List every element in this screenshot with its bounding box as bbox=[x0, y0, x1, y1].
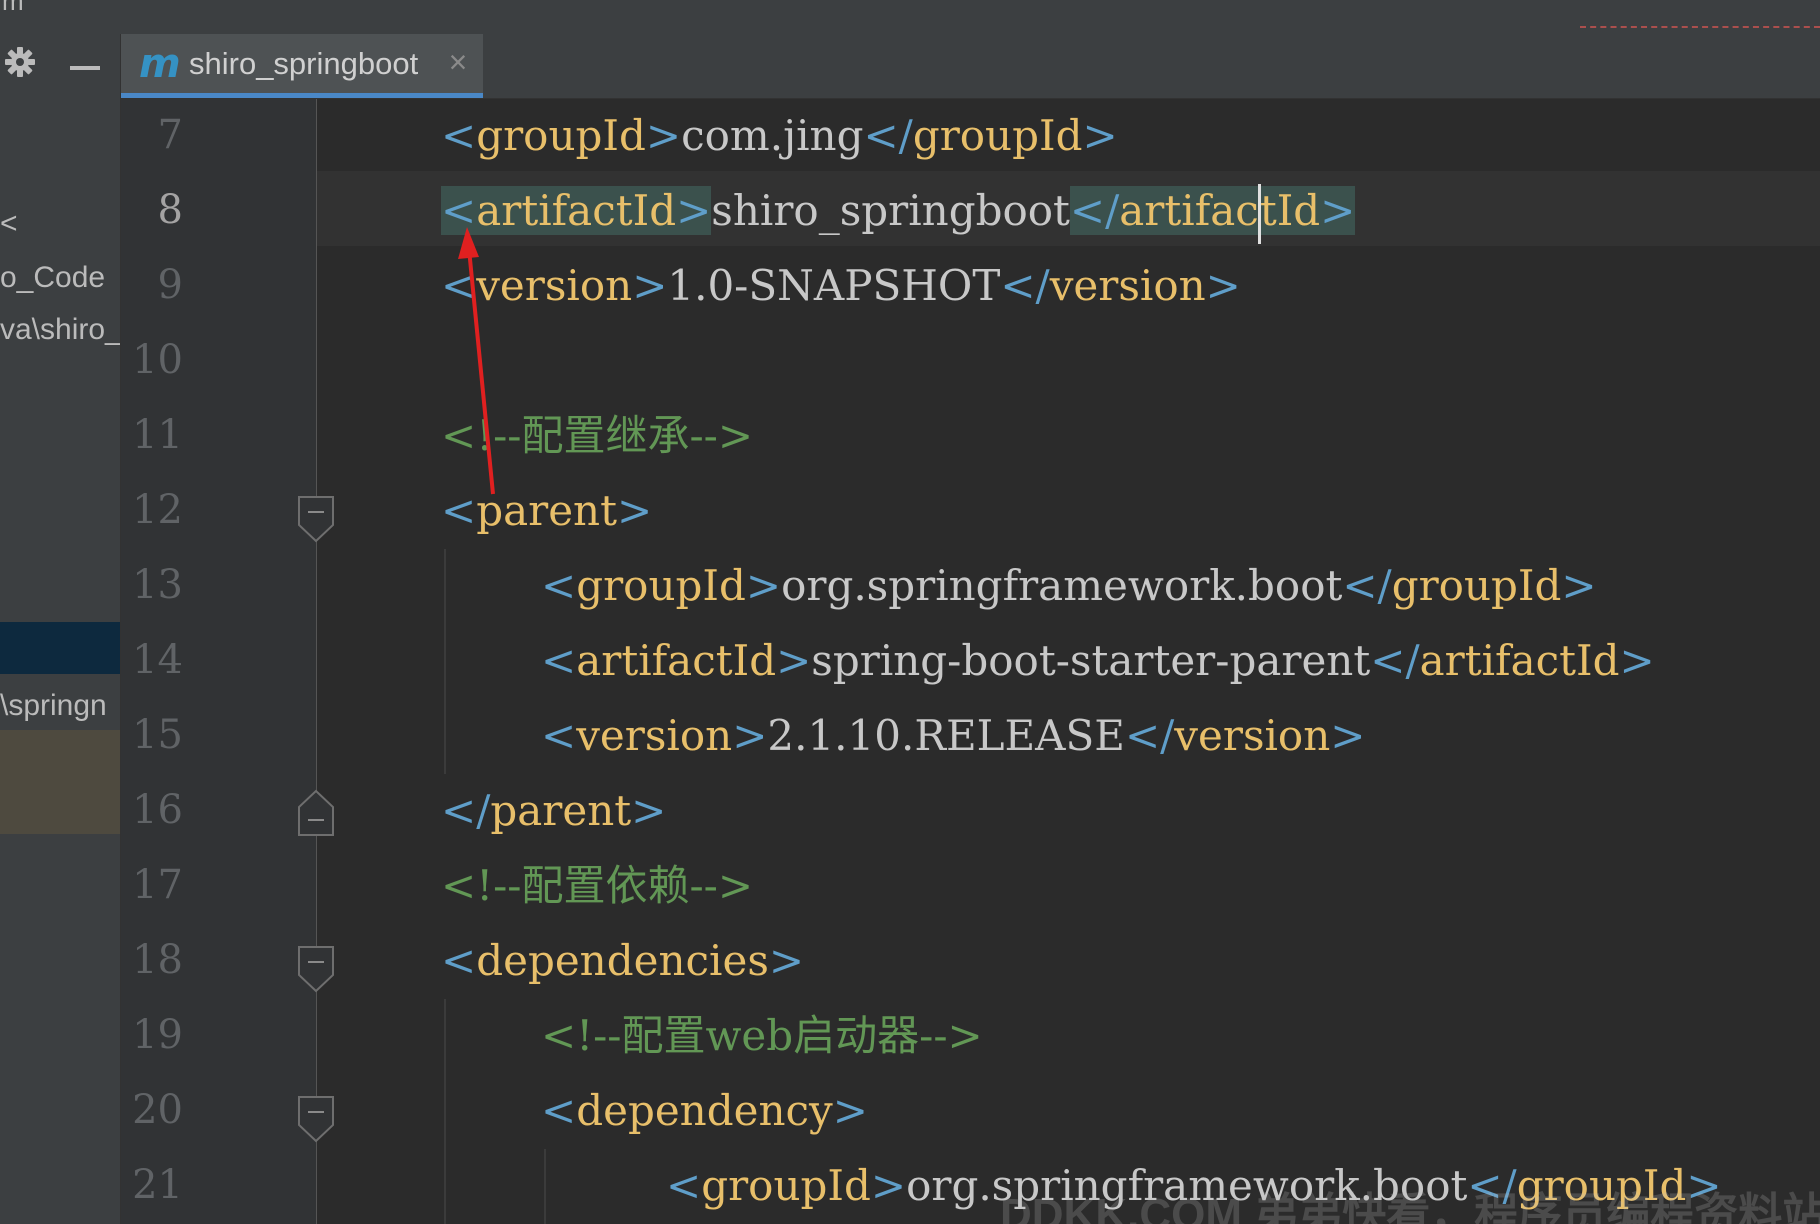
editor-tab-bar: m shiro_springboot × bbox=[121, 34, 1820, 99]
code-editor[interactable]: 7 8 9 10 11 12 13 14 15 16 17 18 19 20 2… bbox=[121, 99, 1820, 1224]
xml-tag: groupId bbox=[476, 111, 646, 160]
line-number: 7 bbox=[157, 112, 183, 158]
xml-tag: artifactId bbox=[576, 636, 777, 685]
xml-tag: version bbox=[1049, 261, 1206, 310]
tree-item[interactable]: va\shiro_ bbox=[0, 306, 120, 354]
xml-tag: artifactId bbox=[1419, 636, 1620, 685]
line-number: 20 bbox=[132, 1087, 183, 1133]
tree-item[interactable]: o_Code bbox=[0, 254, 120, 302]
tree-item-label: va\shiro_ bbox=[0, 313, 120, 346]
fold-collapse-icon[interactable] bbox=[297, 495, 335, 543]
tab-label: shiro_springboot bbox=[189, 46, 419, 81]
xml-value: org.springframework.boot bbox=[781, 561, 1343, 610]
fold-end-icon[interactable] bbox=[297, 785, 335, 836]
xml-value: spring-boot-starter-parent bbox=[811, 636, 1371, 685]
line-number: 10 bbox=[132, 337, 183, 383]
xml-value: 1.0-SNAPSHOT bbox=[667, 261, 1001, 310]
line-number: 19 bbox=[132, 1012, 183, 1058]
xml-tag: dependencies bbox=[476, 936, 769, 985]
line-number: 11 bbox=[132, 412, 183, 458]
code-line-17[interactable]: <!--配置依赖--> bbox=[441, 848, 753, 923]
xml-tag: groupId bbox=[701, 1161, 871, 1210]
window-top-strip: m bbox=[0, 0, 1820, 40]
xml-tag: groupId bbox=[912, 111, 1083, 160]
xml-comment: <!--配置依赖--> bbox=[441, 861, 754, 910]
xml-tag: groupId bbox=[576, 561, 746, 610]
code-line-8[interactable]: <artifactId>shiro_springboot</artifactId… bbox=[441, 173, 1356, 248]
line-number: 9 bbox=[157, 262, 183, 308]
xml-tag: parent bbox=[490, 786, 632, 835]
xml-value: shiro_springboot bbox=[711, 186, 1070, 235]
fold-collapse-icon[interactable] bbox=[297, 1095, 335, 1143]
menu-fragment[interactable]: m bbox=[2, 0, 24, 17]
tree-item-label: \springn bbox=[0, 689, 107, 722]
tree-item[interactable]: < bbox=[0, 200, 120, 248]
xml-tag-part: tId bbox=[1259, 186, 1321, 235]
project-panel-toolbar bbox=[0, 34, 120, 98]
code-line-15[interactable]: <version>2.1.10.RELEASE</version> bbox=[541, 698, 1365, 773]
code-line-19[interactable]: <!--配置web启动器--> bbox=[541, 998, 983, 1073]
line-number: 15 bbox=[132, 712, 183, 758]
line-number: 17 bbox=[132, 862, 183, 908]
tree-item[interactable]: \springn bbox=[0, 682, 120, 730]
xml-tag: dependency bbox=[576, 1086, 833, 1135]
code-line-16[interactable]: </parent> bbox=[441, 773, 666, 848]
annotation-arrow-icon bbox=[458, 227, 495, 495]
xml-tag-part: artifac bbox=[1119, 186, 1259, 235]
line-number: 12 bbox=[132, 487, 183, 533]
tree-item-highlighted[interactable] bbox=[0, 730, 120, 834]
close-icon[interactable]: × bbox=[443, 46, 473, 78]
indent-guide bbox=[544, 1149, 546, 1224]
xml-tag: groupId bbox=[1391, 561, 1562, 610]
line-number: 21 bbox=[132, 1162, 183, 1208]
code-line-7[interactable]: <groupId>com.jing</groupId> bbox=[441, 99, 1118, 173]
tree-item-label: o_Code bbox=[0, 261, 106, 294]
decorative-dashes bbox=[1580, 26, 1820, 28]
xml-value: 2.1.10.RELEASE bbox=[767, 711, 1125, 760]
line-number: 18 bbox=[132, 937, 183, 983]
xml-comment: <!--配置web启动器--> bbox=[541, 1011, 983, 1060]
tree-item-label: < bbox=[0, 207, 18, 240]
gear-icon[interactable] bbox=[4, 46, 36, 78]
minimize-icon[interactable] bbox=[70, 66, 100, 70]
code-line-20[interactable]: <dependency> bbox=[541, 1073, 868, 1148]
tree-item-selected[interactable] bbox=[0, 622, 120, 674]
tab-shiro-springboot[interactable]: m shiro_springboot × bbox=[121, 34, 483, 98]
line-number: 13 bbox=[132, 562, 183, 608]
code-line-13[interactable]: <groupId>org.springframework.boot</group… bbox=[541, 548, 1597, 623]
indent-guide bbox=[444, 999, 446, 1224]
xml-tag: artifactId bbox=[476, 186, 677, 235]
xml-tag: version bbox=[1174, 711, 1331, 760]
indent-guide bbox=[444, 549, 446, 774]
line-number: 14 bbox=[132, 637, 183, 683]
line-number: 16 bbox=[132, 787, 183, 833]
maven-module-icon: m bbox=[139, 41, 181, 87]
fold-collapse-icon[interactable] bbox=[297, 945, 335, 993]
xml-tag: version bbox=[576, 711, 733, 760]
xml-value: com.jing bbox=[681, 111, 864, 160]
code-line-18[interactable]: <dependencies> bbox=[441, 923, 804, 998]
code-line-9[interactable]: <version>1.0-SNAPSHOT</version> bbox=[441, 248, 1241, 323]
code-line-14[interactable]: <artifactId>spring-boot-starter-parent</… bbox=[541, 623, 1655, 698]
gutter-border bbox=[316, 99, 317, 1224]
line-number-current: 8 bbox=[157, 187, 183, 233]
watermark: DDKK.COM 弟弟快看，程序员编程资料站 bbox=[1000, 1190, 1820, 1224]
project-panel: < o_Code va\shiro_ \springn bbox=[0, 34, 121, 1224]
